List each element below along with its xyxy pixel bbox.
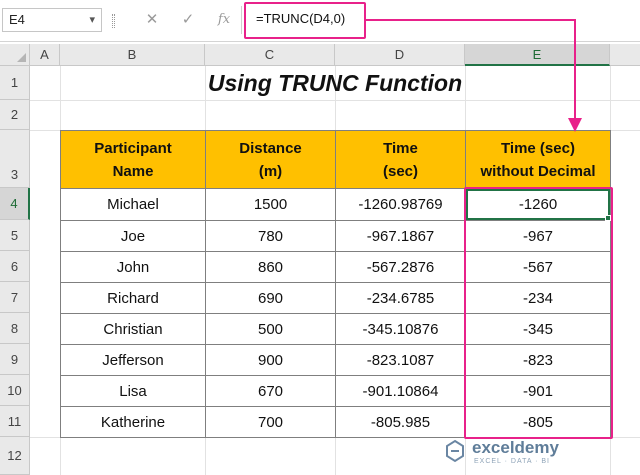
header-line: (sec): [382, 162, 419, 180]
formula-bar-divider: [241, 6, 242, 34]
sheet-title: Using TRUNC Function: [207, 70, 463, 96]
column-header-a[interactable]: A: [30, 44, 60, 66]
row-header-8[interactable]: 8: [0, 313, 30, 344]
watermark-tagline: EXCEL · DATA · BI: [474, 458, 550, 465]
cell-name[interactable]: Michael: [60, 188, 206, 221]
drag-handle-icon[interactable]: [112, 14, 115, 28]
enter-icon[interactable]: ✓: [176, 9, 200, 31]
gridline: [30, 100, 640, 101]
row-header-4[interactable]: 4: [0, 188, 30, 220]
arrow-line: [574, 19, 576, 119]
header-line: Time: [383, 139, 418, 157]
name-box[interactable]: E4 ▾: [2, 8, 102, 32]
header-participant-name[interactable]: Participant Name: [60, 130, 206, 189]
column-header-b[interactable]: B: [60, 44, 205, 66]
result-highlight-box: [464, 187, 613, 439]
cell-time[interactable]: -901.10864: [335, 375, 466, 407]
header-line: (m): [258, 162, 283, 180]
row-header-6[interactable]: 6: [0, 251, 30, 282]
cell-name[interactable]: Christian: [60, 313, 206, 345]
row-header-5[interactable]: 5: [0, 220, 30, 251]
arrow-down-icon: [568, 118, 582, 132]
cell-time[interactable]: -967.1867: [335, 220, 466, 252]
cell-distance[interactable]: 900: [205, 344, 336, 376]
cell-distance[interactable]: 700: [205, 406, 336, 438]
row-header-7[interactable]: 7: [0, 282, 30, 313]
header-line: Participant: [94, 139, 172, 157]
insert-function-icon[interactable]: fx: [212, 9, 236, 31]
row-header-12[interactable]: 12: [0, 437, 30, 475]
header-line: Distance: [239, 139, 302, 157]
row-header-2[interactable]: 2: [0, 100, 30, 130]
cell-time[interactable]: -1260.98769: [335, 188, 466, 221]
cell-time[interactable]: -805.985: [335, 406, 466, 438]
formula-highlight-box: [244, 2, 366, 39]
header-time-without-decimal[interactable]: Time (sec) without Decimal: [465, 130, 611, 189]
cell-name[interactable]: Richard: [60, 282, 206, 314]
row-header-10[interactable]: 10: [0, 375, 30, 406]
cancel-icon[interactable]: ✕: [140, 9, 164, 31]
cell-name[interactable]: John: [60, 251, 206, 283]
row-header-3[interactable]: 3: [0, 130, 30, 188]
arrow-line: [366, 19, 576, 21]
select-all-button[interactable]: [0, 44, 30, 66]
cell-time[interactable]: -823.1087: [335, 344, 466, 376]
cell-name[interactable]: Katherine: [60, 406, 206, 438]
cell-name[interactable]: Jefferson: [60, 344, 206, 376]
cell-name[interactable]: Lisa: [60, 375, 206, 407]
header-line: without Decimal: [480, 162, 596, 180]
column-header-c[interactable]: C: [205, 44, 335, 66]
header-time[interactable]: Time (sec): [335, 130, 466, 189]
column-header-e[interactable]: E: [465, 44, 610, 66]
header-line: Time (sec): [501, 139, 575, 157]
column-header-d[interactable]: D: [335, 44, 465, 66]
watermark-brand: exceldemy: [472, 438, 559, 457]
row-header-9[interactable]: 9: [0, 344, 30, 375]
header-distance[interactable]: Distance (m): [205, 130, 336, 189]
cell-time[interactable]: -234.6785: [335, 282, 466, 314]
row-header-1[interactable]: 1: [0, 66, 30, 100]
row-header-11[interactable]: 11: [0, 406, 30, 437]
cell-distance[interactable]: 500: [205, 313, 336, 345]
cell-distance[interactable]: 780: [205, 220, 336, 252]
chevron-down-icon[interactable]: ▾: [89, 13, 95, 26]
cell-time[interactable]: -345.10876: [335, 313, 466, 345]
column-header-f[interactable]: [610, 44, 640, 66]
exceldemy-logo-icon: [442, 438, 468, 464]
cell-name[interactable]: Joe: [60, 220, 206, 252]
header-line: Name: [112, 162, 154, 180]
cell-distance[interactable]: 860: [205, 251, 336, 283]
cell-distance[interactable]: 1500: [205, 188, 336, 221]
name-box-value: E4: [9, 12, 25, 27]
cell-distance[interactable]: 690: [205, 282, 336, 314]
cell-time[interactable]: -567.2876: [335, 251, 466, 283]
cell-distance[interactable]: 670: [205, 375, 336, 407]
